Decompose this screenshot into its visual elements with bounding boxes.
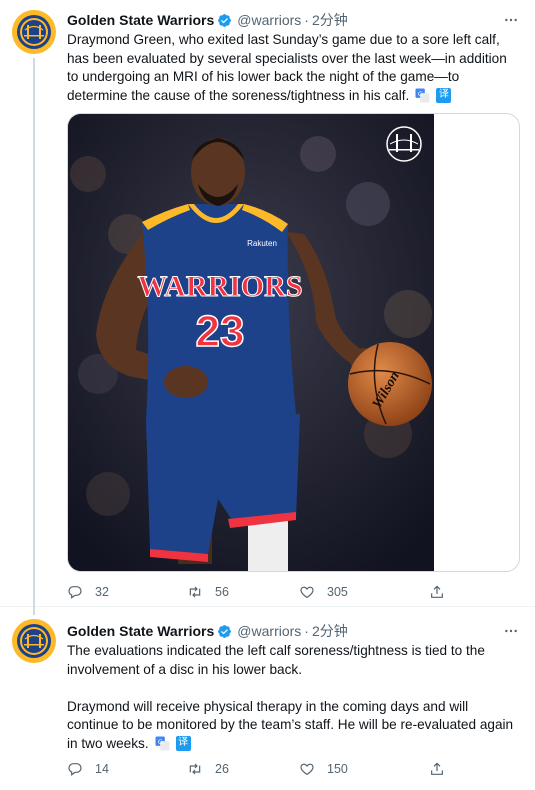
- translate-buttons: G译: [155, 735, 191, 751]
- tweet-text: The evaluations indicated the left calf …: [67, 642, 521, 753]
- reply-icon: [68, 763, 82, 776]
- avatar[interactable]: [12, 619, 56, 663]
- verified-badge-icon: [217, 624, 232, 639]
- tweet[interactable]: Golden State Warriors @warriors · 2分钟 Dr…: [0, 0, 535, 606]
- google-translate-icon[interactable]: G: [415, 87, 430, 103]
- retweet-count: 26: [215, 762, 229, 776]
- google-translate-icon[interactable]: G: [155, 735, 170, 751]
- tweet-header: Golden State Warriors @warriors · 2分钟: [67, 10, 521, 30]
- verified-badge-icon: [217, 13, 232, 28]
- reply-button[interactable]: 14: [67, 761, 187, 777]
- translate-button[interactable]: 译: [175, 735, 191, 751]
- warriors-logo: [17, 624, 51, 658]
- tweet-actions: 14 26 150: [67, 759, 457, 779]
- svg-text:G: G: [157, 737, 162, 745]
- svg-text:G: G: [418, 89, 423, 97]
- avatar-column: [12, 619, 56, 663]
- timestamp[interactable]: 2分钟: [312, 621, 348, 641]
- separator-dot: ·: [304, 623, 309, 639]
- share-button[interactable]: [429, 761, 445, 777]
- author-name[interactable]: Golden State Warriors: [67, 623, 214, 639]
- tweet-paragraph: The evaluations indicated the left calf …: [67, 643, 485, 677]
- tweet-header: Golden State Warriors @warriors · 2分钟: [67, 621, 521, 641]
- like-button[interactable]: 305: [299, 584, 429, 600]
- like-button[interactable]: 150: [299, 761, 429, 777]
- reply-icon: [68, 586, 82, 599]
- share-icon: [431, 762, 443, 775]
- share-button[interactable]: [429, 584, 445, 600]
- tweet-text: Draymond Green, who exited last Sunday’s…: [67, 31, 521, 105]
- retweet-button[interactable]: 56: [187, 584, 299, 600]
- translate-button[interactable]: 译: [436, 87, 452, 103]
- tweet-actions: 32 56 305: [67, 582, 457, 602]
- author-handle[interactable]: @warriors: [237, 623, 301, 639]
- tweet-content: Golden State Warriors @warriors · 2分钟 Dr…: [67, 10, 521, 105]
- jersey-number: 23: [196, 307, 245, 356]
- retweet-icon: [189, 763, 201, 775]
- jersey-text: WARRIORS: [137, 270, 302, 303]
- reply-count: 32: [95, 585, 109, 599]
- tweet-photo: WARRIORS 23 Rakuten Wilson: [68, 114, 434, 571]
- thread-connector: [33, 58, 35, 606]
- like-count: 305: [327, 585, 348, 599]
- reply-count: 14: [95, 762, 109, 776]
- avatar[interactable]: [12, 10, 56, 54]
- more-icon[interactable]: [501, 621, 521, 641]
- like-count: 150: [327, 762, 348, 776]
- translate-buttons: G译: [415, 87, 452, 103]
- retweet-count: 56: [215, 585, 229, 599]
- like-icon: [300, 763, 314, 776]
- timestamp[interactable]: 2分钟: [312, 10, 348, 30]
- retweet-button[interactable]: 26: [187, 761, 299, 777]
- thread-connector: [33, 605, 35, 615]
- share-icon: [431, 585, 443, 598]
- avatar-column: [12, 10, 56, 54]
- reply-button[interactable]: 32: [67, 584, 187, 600]
- player-photo: WARRIORS 23 Rakuten Wilson: [68, 114, 434, 571]
- more-icon[interactable]: [501, 10, 521, 30]
- warriors-logo: [17, 15, 51, 49]
- tweet-paragraph: Draymond will receive physical therapy i…: [67, 698, 514, 751]
- tweet-media[interactable]: WARRIORS 23 Rakuten Wilson: [67, 113, 520, 572]
- tweet-content: Golden State Warriors @warriors · 2分钟 Th…: [67, 621, 521, 753]
- retweet-icon: [189, 586, 201, 598]
- tweet[interactable]: Golden State Warriors @warriors · 2分钟 Th…: [0, 605, 535, 790]
- jersey-sponsor: Rakuten: [247, 239, 277, 248]
- separator-dot: ·: [304, 12, 309, 28]
- author-handle[interactable]: @warriors: [237, 12, 301, 28]
- author-name[interactable]: Golden State Warriors: [67, 12, 214, 28]
- like-icon: [300, 586, 314, 599]
